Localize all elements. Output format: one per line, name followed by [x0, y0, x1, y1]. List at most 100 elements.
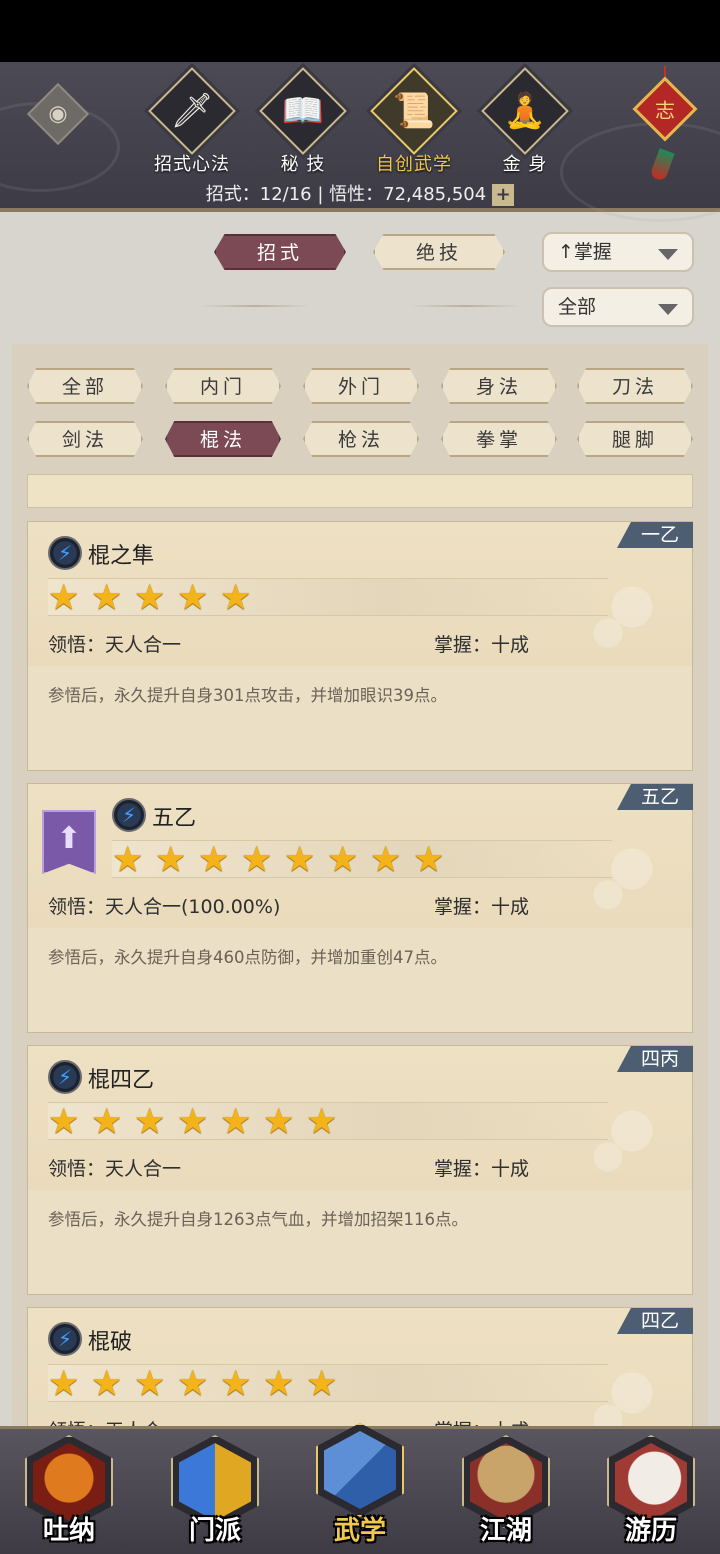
filter-sword[interactable]: 剑法: [27, 421, 143, 457]
filter-staff[interactable]: 棍法: [165, 421, 281, 457]
star-icon: ★: [177, 1364, 209, 1404]
scroll-icon: 📜: [392, 91, 436, 131]
comprehend-label: 领悟：天人合一(100.00%): [48, 896, 281, 918]
star-rating: ★ ★ ★ ★ ★ ★ ★ ★: [112, 840, 612, 880]
star-icon: ★: [327, 840, 359, 880]
tab-ultimate[interactable]: 绝技: [373, 234, 505, 270]
nav-label: 武学: [333, 1516, 386, 1546]
comprehend-label: 领悟：天人合一: [48, 634, 182, 656]
star-icon: ★: [220, 1364, 252, 1404]
staff-icon: ⚡: [48, 536, 82, 570]
star-icon: ★: [112, 840, 144, 880]
stats-text: 招式：12/16 | 悟性：72,485,504: [205, 184, 487, 205]
filter-spear[interactable]: 枪法: [303, 421, 419, 457]
skill-description: 参悟后，永久提升自身301点攻击，并增加眼识39点。: [48, 686, 447, 705]
skill-description: 参悟后，永久提升自身1263点气血，并增加招架116点。: [48, 1210, 468, 1229]
skill-panel[interactable]: 全部 内门 外门 身法 刀法 剑法 棍法 枪法 拳掌 腿脚 一乙 ⚡ 棍之隼 ★…: [12, 344, 708, 1426]
rank-tag: 四丙: [616, 1046, 693, 1072]
sort-value: ↑掌握: [558, 241, 612, 263]
filter-inner[interactable]: 内门: [165, 368, 281, 404]
top-tab-golden-body[interactable]: 🧘 金 身: [480, 67, 570, 176]
nav-jianghu[interactable]: 江湖: [451, 1423, 561, 1553]
description-area: 参悟后，永久提升自身301点攻击，并增加眼识39点。: [28, 666, 692, 770]
mastery-label: 掌握：十成: [434, 1158, 530, 1180]
divider-right: [410, 305, 520, 307]
star-icon: ★: [306, 1102, 338, 1142]
star-icon: ★: [177, 1102, 209, 1142]
books-icon: [324, 1431, 396, 1509]
filter-all[interactable]: 全部: [27, 368, 143, 404]
filter-movement[interactable]: 身法: [441, 368, 557, 404]
top-tab-moves[interactable]: 🗡 招式心法: [147, 67, 237, 176]
star-rating: ★ ★ ★ ★ ★ ★ ★: [48, 1102, 608, 1142]
eye-icon: ◉: [48, 101, 68, 127]
status-bar: [0, 0, 720, 62]
description-area: 参悟后，永久提升自身1263点气血，并增加招架116点。: [28, 1190, 692, 1294]
description-area: 参悟后，永久提升自身460点防御，并增加重创47点。: [28, 928, 692, 1032]
star-rating: ★ ★ ★ ★ ★: [48, 578, 608, 618]
divider-left: [200, 305, 310, 307]
star-icon: ★: [241, 840, 273, 880]
mastery-label: 掌握：十成: [434, 896, 530, 918]
knot-label: 志: [655, 98, 675, 123]
skill-card[interactable]: 四乙 ⚡ 棍破 ★★★★★★★ 领悟：天人合一 掌握：十成: [27, 1307, 693, 1426]
filter-fist[interactable]: 拳掌: [441, 421, 557, 457]
skill-name: 棍四乙: [88, 1068, 155, 1093]
star-icon: ★: [155, 840, 187, 880]
star-icon: ★: [48, 1102, 80, 1142]
skill-name: 棍破: [88, 1330, 133, 1355]
star-icon: ★: [306, 1364, 338, 1404]
nav-label: 吐纳: [42, 1516, 95, 1546]
skill-card[interactable]: 四丙 ⚡ 棍四乙 ★ ★ ★ ★ ★ ★ ★ 领悟：天人合一 掌握：十成 参悟后，永久提升自…: [27, 1045, 693, 1295]
star-icon: ★: [413, 840, 445, 880]
star-icon: ★: [91, 578, 123, 618]
star-icon: ★: [48, 578, 80, 618]
skill-card[interactable]: 一乙 ⚡ 棍之隼 ★ ★ ★ ★ ★ 领悟：天人合一 掌握：十成 参悟后，永久提升自身3…: [27, 521, 693, 771]
rank-tag: 五乙: [616, 784, 693, 810]
staff-icon: ⚡: [48, 1060, 82, 1094]
meditation-icon: 🧘: [503, 91, 547, 131]
cloud-decoration: [560, 122, 720, 222]
filter-value: 全部: [558, 296, 597, 318]
star-icon: ★: [263, 1364, 295, 1404]
star-icon: ★: [91, 1102, 123, 1142]
add-insight-button[interactable]: +: [492, 184, 515, 206]
blank-row: [27, 474, 693, 508]
filter-dropdown[interactable]: 全部: [542, 287, 694, 327]
nav-label: 江湖: [479, 1516, 532, 1546]
chevron-down-icon: [658, 249, 678, 260]
filter-leg[interactable]: 腿脚: [577, 421, 693, 457]
comprehend-label: 领悟：天人合一: [48, 1158, 182, 1180]
rank-tag: 一乙: [616, 522, 693, 548]
nav-travel[interactable]: 游历: [596, 1423, 706, 1553]
star-icon: ★: [134, 1102, 166, 1142]
upgrade-arrow-icon[interactable]: ⬆: [42, 810, 96, 874]
star-icon: ★: [134, 1364, 166, 1404]
top-tab-secret[interactable]: 📖 秘 技: [258, 67, 348, 176]
nav-label: 游历: [624, 1516, 677, 1546]
skill-card[interactable]: 五乙 ⬆ ⚡ 五乙 ★ ★ ★ ★ ★ ★ ★ ★ 领悟：天人合一(100.00%) 掌握：十…: [27, 783, 693, 1033]
star-icon: ★: [284, 840, 316, 880]
star-rating: ★ ★ ★ ★ ★ ★ ★: [48, 1364, 608, 1404]
skill-name: 棍之隼: [88, 544, 155, 569]
stats-line: 招式：12/16 | 悟性：72,485,504 +: [0, 180, 720, 206]
star-icon: ★: [48, 1364, 80, 1404]
filter-outer[interactable]: 外门: [303, 368, 419, 404]
skill-description: 参悟后，永久提升自身460点防御，并增加重创47点。: [48, 948, 447, 967]
star-icon: ★: [91, 1364, 123, 1404]
rank-tag: 四乙: [616, 1308, 693, 1334]
star-icon: ★: [134, 578, 166, 618]
sort-dropdown[interactable]: ↑掌握: [542, 232, 694, 272]
skill-name: 五乙: [152, 806, 197, 831]
star-icon: ★: [198, 840, 230, 880]
nav-sect[interactable]: 门派: [160, 1423, 270, 1553]
tab-moves[interactable]: 招式: [214, 234, 346, 270]
top-tab-custom[interactable]: 📜 自创武学: [369, 67, 459, 176]
nav-breathing[interactable]: 吐纳: [14, 1423, 124, 1553]
star-icon: ★: [370, 840, 402, 880]
top-header: ◉ 🗡 招式心法 📖 秘 技 📜 自创武学 🧘 金 身 志 招式：12/16 |…: [0, 62, 720, 222]
star-icon: ★: [177, 578, 209, 618]
mastery-label: 掌握：十成: [434, 634, 530, 656]
filter-blade[interactable]: 刀法: [577, 368, 693, 404]
nav-martial-arts[interactable]: 武学: [305, 1423, 415, 1553]
